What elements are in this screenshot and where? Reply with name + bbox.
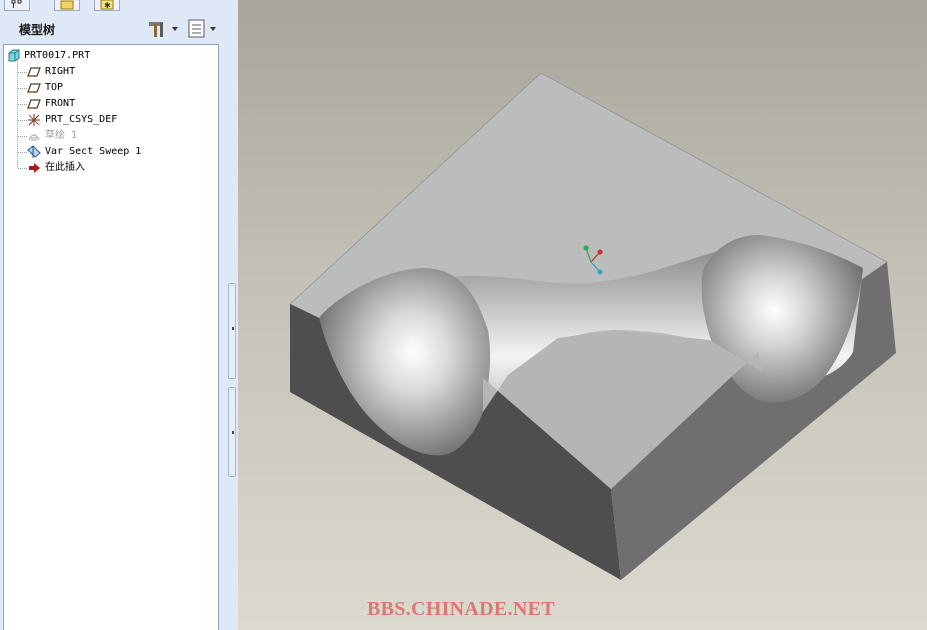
tab-favorites[interactable]: ✱ <box>94 0 120 11</box>
datum-plane-icon <box>27 83 41 93</box>
folder-browser-tab-icon <box>60 0 74 10</box>
navigator-tabs: ✱ <box>0 0 238 12</box>
navigator-panel: ✱ 模型树 PRT0017.PRT RIGHT TOP FRONT PRT_CS… <box>0 0 238 630</box>
sash-grip-upper[interactable] <box>228 283 236 379</box>
model-tree-title: 模型树 <box>19 23 56 37</box>
svg-text:✱: ✱ <box>104 1 111 10</box>
sweep-feature-icon <box>27 145 41 158</box>
coordinate-system-icon <box>28 114 40 126</box>
favorites-tab-icon: ✱ <box>100 0 114 10</box>
insert-here-arrow-icon <box>29 163 40 173</box>
part-icon <box>8 49 20 62</box>
graphics-viewport[interactable] <box>238 0 927 630</box>
tree-item-label: TOP <box>45 82 64 93</box>
tree-columns-icon <box>188 19 216 38</box>
tree-item-front-plane[interactable]: FRONT <box>4 96 218 112</box>
tree-item-root[interactable]: PRT0017.PRT <box>4 48 218 64</box>
tree-item-right-plane[interactable]: RIGHT <box>4 64 218 80</box>
tree-columns-button[interactable] <box>187 16 221 40</box>
tree-item-top-plane[interactable]: TOP <box>4 80 218 96</box>
tree-item-label: RIGHT <box>45 66 76 77</box>
tree-item-csys[interactable]: PRT_CSYS_DEF <box>4 112 218 128</box>
model-tree-tab-icon <box>11 0 22 8</box>
datum-plane-icon <box>27 67 41 77</box>
tree-item-label: Var Sect Sweep 1 <box>45 146 142 157</box>
tree-settings-icon <box>149 22 178 37</box>
sketch-icon <box>28 134 40 141</box>
tree-item-var-sect-sweep[interactable]: Var Sect Sweep 1 <box>4 144 218 160</box>
sash-grip-dot <box>232 327 234 330</box>
tree-item-label: 草绘 1 <box>45 130 78 141</box>
groove-left-bulge <box>319 268 491 456</box>
tree-item-sketch[interactable]: 草绘 1 <box>4 128 218 144</box>
tree-settings-button[interactable] <box>147 16 181 40</box>
forum-watermark: BBS.CHINADE.NET <box>367 598 555 620</box>
tree-item-label: PRT0017.PRT <box>24 50 91 61</box>
tree-item-insert-here[interactable]: 在此插入 <box>4 160 218 176</box>
sash-grip-dot <box>232 431 234 434</box>
tree-item-label: FRONT <box>45 98 76 109</box>
tree-item-label: PRT_CSYS_DEF <box>45 114 118 125</box>
model-render <box>289 72 896 580</box>
tab-folder-browser[interactable] <box>54 0 80 11</box>
model-tree[interactable]: PRT0017.PRT RIGHT TOP FRONT PRT_CSYS_DEF… <box>3 44 219 630</box>
model-tree-header: 模型树 <box>0 12 238 44</box>
tree-item-label: 在此插入 <box>45 162 85 173</box>
datum-plane-icon <box>27 99 41 109</box>
tab-model-tree[interactable] <box>4 0 30 11</box>
